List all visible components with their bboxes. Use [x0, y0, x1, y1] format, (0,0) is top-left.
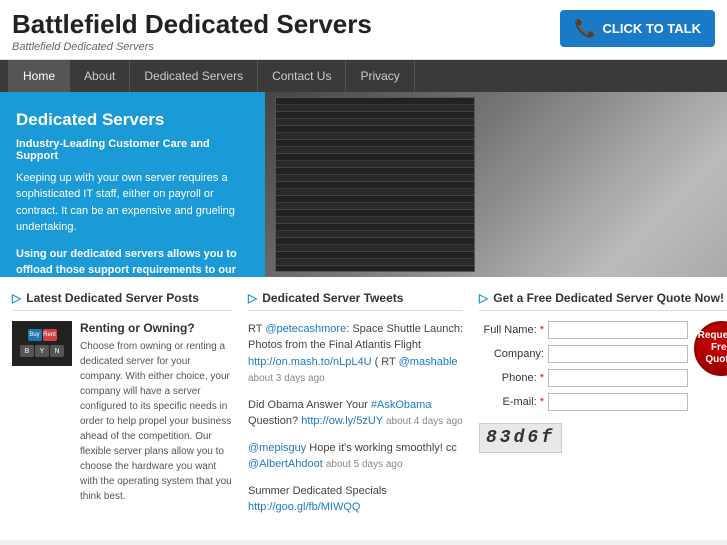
nav-about[interactable]: About — [70, 60, 130, 92]
posts-column: ▷ Latest Dedicated Server Posts Buy Rent… — [12, 291, 232, 526]
form-row-email: E-mail: * — [479, 393, 688, 411]
form-row-company: Company: — [479, 345, 688, 363]
tweets-column: ▷ Dedicated Server Tweets RT @petecashmo… — [248, 291, 463, 526]
tweet-2: Did Obama Answer Your #AskObama Question… — [248, 397, 463, 430]
form-row-phone: Phone: * — [479, 369, 688, 387]
form-row-fullname: Full Name: * — [479, 321, 688, 339]
nav-dedicated-servers[interactable]: Dedicated Servers — [130, 60, 258, 92]
hero-title: Dedicated Servers — [16, 110, 249, 130]
arrow-icon-quote: ▷ — [479, 291, 488, 305]
post-item: Buy Rent B Y N Renting or Owning? Choose… — [12, 321, 232, 504]
post-content: Renting or Owning? Choose from owning or… — [80, 321, 232, 504]
hero-subtitle: Industry-Leading Customer Care and Suppo… — [16, 138, 249, 162]
tweet-2-time: about 4 days ago — [386, 416, 463, 427]
server-rack-image — [275, 97, 475, 272]
post-body: Choose from owning or renting a dedicate… — [80, 339, 232, 504]
nav-home[interactable]: Home — [8, 60, 70, 92]
quote-column: ▷ Get a Free Dedicated Server Quote Now!… — [479, 291, 727, 526]
tweet-1-mashable[interactable]: @mashable — [399, 356, 458, 368]
tweet-1: RT @petecashmore: Space Shuttle Launch: … — [248, 321, 463, 387]
quote-form-container: Full Name: * Company: Phone: * E-mail: *… — [479, 321, 727, 453]
hero-text-panel: Dedicated Servers Industry-Leading Custo… — [0, 92, 265, 277]
tweet-1-link[interactable]: http://on.mash.to/nLpL4U — [248, 356, 372, 368]
input-email[interactable] — [548, 393, 688, 411]
tweet-1-handle[interactable]: @petecashmore — [265, 323, 346, 335]
posts-column-title: ▷ Latest Dedicated Server Posts — [12, 291, 232, 311]
quote-column-title: ▷ Get a Free Dedicated Server Quote Now! — [479, 291, 727, 311]
tweets-column-title: ▷ Dedicated Server Tweets — [248, 291, 463, 311]
input-company[interactable] — [548, 345, 688, 363]
tweet-1-time: about 3 days ago — [248, 373, 325, 384]
captcha-image: 83d6f — [479, 423, 562, 453]
post-thumbnail: Buy Rent B Y N — [12, 321, 72, 366]
tweet-2-hashtag[interactable]: #AskObama — [371, 399, 432, 411]
tweet-3: @mepisguy Hope it's working smoothly! cc… — [248, 440, 463, 473]
tweet-3-handle[interactable]: @mepisguy — [248, 442, 306, 454]
main-nav: Home About Dedicated Servers Contact Us … — [0, 60, 727, 92]
tweet-3-handle2[interactable]: @AlbertAhdoot — [248, 458, 323, 470]
quote-fields: Full Name: * Company: Phone: * E-mail: *… — [479, 321, 688, 453]
nav-privacy[interactable]: Privacy — [346, 60, 414, 92]
page-header: Battlefield Dedicated Servers Battlefiel… — [0, 0, 727, 60]
request-quote-button[interactable]: Request a Free Quote! — [694, 321, 727, 376]
key-rent: Rent — [43, 329, 57, 341]
hero-bold-text: Using our dedicated servers allows you t… — [16, 246, 249, 296]
captcha-area: 83d6f — [479, 417, 688, 453]
key-buy: Buy — [28, 329, 42, 341]
tweet-2-link[interactable]: http://ow.ly/5zUY — [301, 415, 383, 427]
nav-contact[interactable]: Contact Us — [258, 60, 346, 92]
phone-icon: 📞 — [574, 18, 596, 39]
site-subtitle: Battlefield Dedicated Servers — [12, 41, 372, 53]
arrow-icon: ▷ — [12, 291, 21, 305]
key-y: Y — [35, 345, 49, 357]
click-to-talk-button[interactable]: 📞 CLICK TO TALK — [560, 10, 715, 47]
label-email: E-mail: * — [479, 396, 544, 408]
tweet-3-time: about 5 days ago — [326, 459, 403, 470]
input-fullname[interactable] — [548, 321, 688, 339]
header-branding: Battlefield Dedicated Servers Battlefiel… — [12, 10, 372, 53]
post-title: Renting or Owning? — [80, 321, 232, 335]
hero-image-panel — [265, 92, 727, 277]
click-to-talk-label: CLICK TO TALK — [603, 21, 701, 36]
hero-body: Keeping up with your own server requires… — [16, 170, 249, 236]
tweets-title-label: Dedicated Server Tweets — [262, 291, 403, 305]
site-title: Battlefield Dedicated Servers — [12, 10, 372, 39]
input-phone[interactable] — [548, 369, 688, 387]
posts-title-label: Latest Dedicated Server Posts — [26, 291, 199, 305]
label-phone: Phone: * — [479, 372, 544, 384]
hero-section: Dedicated Servers Industry-Leading Custo… — [0, 92, 727, 277]
arrow-icon-tweets: ▷ — [248, 291, 257, 305]
quote-title-label: Get a Free Dedicated Server Quote Now! — [493, 291, 724, 305]
hero-background — [265, 92, 727, 277]
label-company: Company: — [479, 348, 544, 360]
label-fullname: Full Name: * — [479, 324, 544, 336]
tweet-4-link[interactable]: http://goo.gl/fb/MIWQQ — [248, 501, 361, 513]
tweet-4: Summer Dedicated Specials http://goo.gl/… — [248, 483, 463, 516]
key-b: B — [20, 345, 34, 357]
key-n: N — [50, 345, 64, 357]
main-content: ▷ Latest Dedicated Server Posts Buy Rent… — [0, 277, 727, 540]
